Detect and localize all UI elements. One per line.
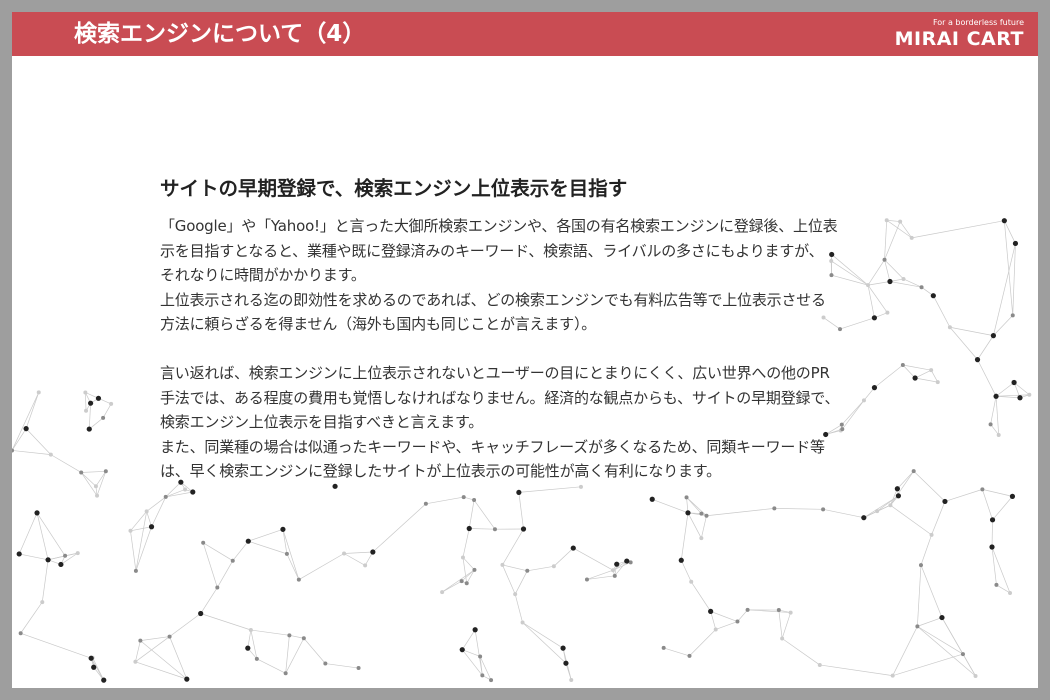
text-line: 示を目指すとなると、業種や既に登録済みのキーワード、検索語、ライバルの多さにもよ…: [160, 241, 824, 260]
text-line: また、同業種の場合は似通ったキーワードや、キャッチフレーズが多くなるため、同類キ…: [160, 437, 825, 456]
logo-tagline: For a borderless future: [932, 18, 1024, 27]
text-line: 「Google」や「Yahoo!」と言った大御所検索エンジンや、各国の有名検索エ…: [160, 217, 838, 235]
content-body: サイトの早期登録で、検索エンジン上位表示を目指す 「Google」や「Yahoo…: [160, 174, 920, 484]
text-line: は、早く検索エンジンに登録したサイトが上位表示の可能性が高く有利になります。: [160, 462, 721, 481]
text-line: それなりに時間がかかります。: [160, 266, 366, 285]
text-line: 言い返れば、検索エンジンに上位表示されないとユーザーの目にとまりにくく、広い世界…: [160, 363, 830, 382]
text-line: 上位表示される迄の即効性を求めるのであれば、どの検索エンジンでも有料広告等で上位…: [160, 290, 826, 309]
paragraph-1: 「Google」や「Yahoo!」と言った大御所検索エンジンや、各国の有名検索エ…: [160, 214, 920, 337]
header-bar: 検索エンジンについて（4） For a borderless future MI…: [12, 12, 1038, 56]
paragraph-2: 言い返れば、検索エンジンに上位表示されないとユーザーの目にとまりにくく、広い世界…: [160, 361, 920, 484]
mirai-cart-logo: For a borderless future MIRAI CART: [895, 18, 1024, 52]
slide: 検索エンジンについて（4） For a borderless future MI…: [12, 12, 1038, 688]
logo-name: MIRAI CART: [894, 28, 1024, 50]
section-heading: サイトの早期登録で、検索エンジン上位表示を目指す: [160, 177, 628, 200]
page-title: 検索エンジンについて（4）: [74, 21, 366, 47]
text-line: 検索エンジン上位表示を目指すべきと言えます。: [160, 413, 484, 432]
text-line: 方法に頼らざるを得ません（海外も国内も同じことが言えます）。: [160, 315, 597, 334]
text-line: 手法では、ある程度の費用も覚悟しなければなりません。経済的な観点からも、サイトの…: [160, 388, 840, 407]
